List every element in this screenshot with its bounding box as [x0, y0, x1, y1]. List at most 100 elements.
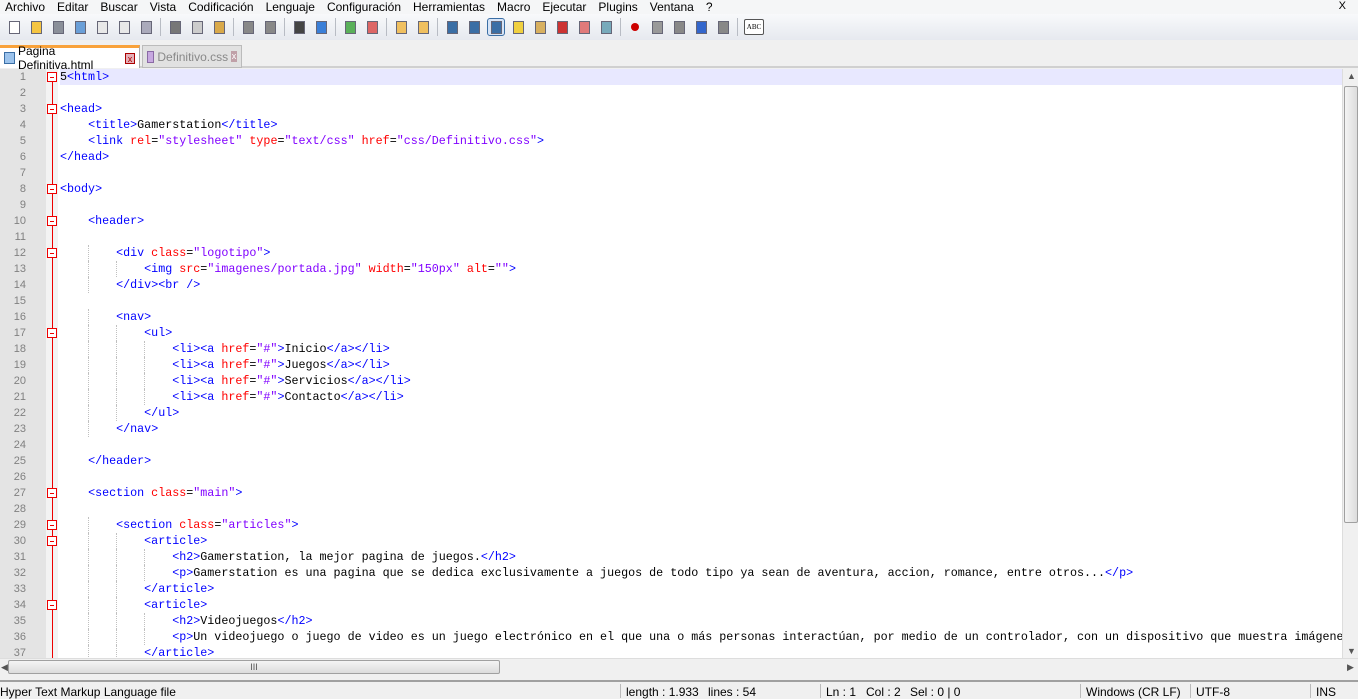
- code-line[interactable]: 2: [0, 85, 1342, 101]
- code-line[interactable]: 15: [0, 293, 1342, 309]
- indent-guide-icon[interactable]: [487, 18, 505, 36]
- menu-configuracin[interactable]: Configuración: [322, 0, 408, 14]
- tab-pagina-definitiva[interactable]: Pagina Definitiva.html x: [0, 44, 140, 72]
- scroll-down-icon[interactable]: ▼: [1347, 646, 1356, 656]
- tab-definitivo-css[interactable]: Definitivo.css x: [142, 45, 242, 68]
- cut-icon[interactable]: [167, 19, 183, 35]
- close-tab-icon[interactable]: x: [124, 52, 135, 64]
- fold-toggle-icon[interactable]: [47, 184, 57, 194]
- show-all-chars-icon[interactable]: [466, 19, 482, 35]
- code-line[interactable]: 37 </article>: [0, 645, 1342, 658]
- run-macro-multiple-icon[interactable]: [693, 19, 709, 35]
- close-document-icon[interactable]: X: [1339, 0, 1346, 12]
- code-line[interactable]: 35 <h2>Videojuegos</h2>: [0, 613, 1342, 629]
- code-line[interactable]: 14 </div><br />: [0, 277, 1342, 293]
- code-line[interactable]: 7: [0, 165, 1342, 181]
- code-line[interactable]: 5 <link rel="stylesheet" type="text/css"…: [0, 133, 1342, 149]
- code-line[interactable]: 10 <header>: [0, 213, 1342, 229]
- close-tab-icon[interactable]: x: [231, 51, 237, 62]
- document-map-icon[interactable]: [532, 19, 548, 35]
- folder-workspace-icon[interactable]: [576, 19, 592, 35]
- menu-ventana[interactable]: Ventana: [645, 0, 701, 14]
- fold-toggle-icon[interactable]: [47, 216, 57, 226]
- redo-icon[interactable]: [262, 19, 278, 35]
- code-line[interactable]: 31 <h2>Gamerstation, la mejor pagina de …: [0, 549, 1342, 565]
- code-line[interactable]: 11: [0, 229, 1342, 245]
- scroll-left-icon[interactable]: ◀: [1, 662, 8, 673]
- status-encoding[interactable]: UTF-8: [1196, 685, 1230, 699]
- code-line[interactable]: 25 </header>: [0, 453, 1342, 469]
- code-line[interactable]: 30 <article>: [0, 533, 1342, 549]
- fold-toggle-icon[interactable]: [47, 488, 57, 498]
- code-line[interactable]: 22 </ul>: [0, 405, 1342, 421]
- horizontal-scroll-thumb[interactable]: III: [8, 660, 500, 674]
- print-icon[interactable]: [138, 19, 154, 35]
- code-line[interactable]: 24: [0, 437, 1342, 453]
- close-all-icon[interactable]: [116, 19, 132, 35]
- spell-check-icon[interactable]: ABC: [744, 19, 764, 35]
- save-macro-icon[interactable]: [715, 19, 731, 35]
- stop-macro-icon[interactable]: [649, 19, 665, 35]
- code-line[interactable]: 16 <nav>: [0, 309, 1342, 325]
- horizontal-scrollbar[interactable]: ◀ III ▶: [0, 658, 1358, 675]
- code-line[interactable]: 33 </article>: [0, 581, 1342, 597]
- code-line[interactable]: 19 <li><a href="#">Juegos</a></li>: [0, 357, 1342, 373]
- zoom-in-icon[interactable]: [342, 19, 358, 35]
- open-icon[interactable]: [28, 19, 44, 35]
- word-wrap-icon[interactable]: [444, 19, 460, 35]
- menu-plugins[interactable]: Plugins: [593, 0, 644, 14]
- zoom-out-icon[interactable]: [364, 19, 380, 35]
- code-editor[interactable]: 1 5<html> 2 3 <head> 4 <title>Gamerstation</t…: [0, 69, 1342, 658]
- code-line[interactable]: 23 </nav>: [0, 421, 1342, 437]
- code-line[interactable]: 13 <img src="imagenes/portada.jpg" width…: [0, 261, 1342, 277]
- menu-editar[interactable]: Editar: [52, 0, 95, 14]
- code-line[interactable]: 34 <article>: [0, 597, 1342, 613]
- vertical-scrollbar[interactable]: ▲ ▼: [1342, 69, 1358, 658]
- menu-lenguaje[interactable]: Lenguaje: [261, 0, 322, 14]
- code-line[interactable]: 8 <body>: [0, 181, 1342, 197]
- code-line[interactable]: 32 <p>Gamerstation es una pagina que se …: [0, 565, 1342, 581]
- code-line[interactable]: 21 <li><a href="#">Contacto</a></li>: [0, 389, 1342, 405]
- user-defined-lang-icon[interactable]: [510, 19, 526, 35]
- monitoring-icon[interactable]: [598, 19, 614, 35]
- fold-toggle-icon[interactable]: [47, 72, 57, 82]
- menu-ejecutar[interactable]: Ejecutar: [537, 0, 593, 14]
- record-macro-icon[interactable]: [627, 19, 643, 35]
- paste-icon[interactable]: [211, 19, 227, 35]
- menu-archivo[interactable]: Archivo: [0, 0, 52, 14]
- copy-icon[interactable]: [189, 19, 205, 35]
- scroll-right-icon[interactable]: ▶: [1347, 662, 1354, 673]
- menu-herramientas[interactable]: Herramientas: [408, 0, 492, 14]
- menu-?[interactable]: ?: [701, 0, 720, 14]
- fold-toggle-icon[interactable]: [47, 104, 57, 114]
- code-line[interactable]: 12 <div class="logotipo">: [0, 245, 1342, 261]
- find-icon[interactable]: [291, 19, 307, 35]
- code-line[interactable]: 9: [0, 197, 1342, 213]
- vertical-scroll-thumb[interactable]: [1344, 86, 1358, 523]
- save-all-icon[interactable]: [72, 19, 88, 35]
- scroll-up-icon[interactable]: ▲: [1347, 71, 1356, 81]
- fold-toggle-icon[interactable]: [47, 536, 57, 546]
- close-icon[interactable]: [94, 19, 110, 35]
- code-line[interactable]: 4 <title>Gamerstation</title>: [0, 117, 1342, 133]
- code-line[interactable]: 6 </head>: [0, 149, 1342, 165]
- code-line[interactable]: 20 <li><a href="#">Servicios</a></li>: [0, 373, 1342, 389]
- code-line[interactable]: 18 <li><a href="#">Inicio</a></li>: [0, 341, 1342, 357]
- status-eol[interactable]: Windows (CR LF): [1086, 685, 1181, 699]
- sync-horizontal-icon[interactable]: [415, 19, 431, 35]
- menu-buscar[interactable]: Buscar: [95, 0, 144, 14]
- code-line[interactable]: 1 5<html>: [0, 69, 1342, 85]
- fold-toggle-icon[interactable]: [47, 328, 57, 338]
- replace-icon[interactable]: [313, 19, 329, 35]
- new-file-icon[interactable]: [6, 19, 22, 35]
- sync-vertical-icon[interactable]: [393, 19, 409, 35]
- code-line[interactable]: 29 <section class="articles">: [0, 517, 1342, 533]
- play-macro-icon[interactable]: [671, 19, 687, 35]
- code-line[interactable]: 3 <head>: [0, 101, 1342, 117]
- menu-macro[interactable]: Macro: [492, 0, 537, 14]
- code-line[interactable]: 17 <ul>: [0, 325, 1342, 341]
- code-line[interactable]: 27 <section class="main">: [0, 485, 1342, 501]
- save-icon[interactable]: [50, 19, 66, 35]
- menu-codificacin[interactable]: Codificación: [183, 0, 260, 14]
- code-line[interactable]: 36 <p>Un videojuego o juego de video es …: [0, 629, 1342, 645]
